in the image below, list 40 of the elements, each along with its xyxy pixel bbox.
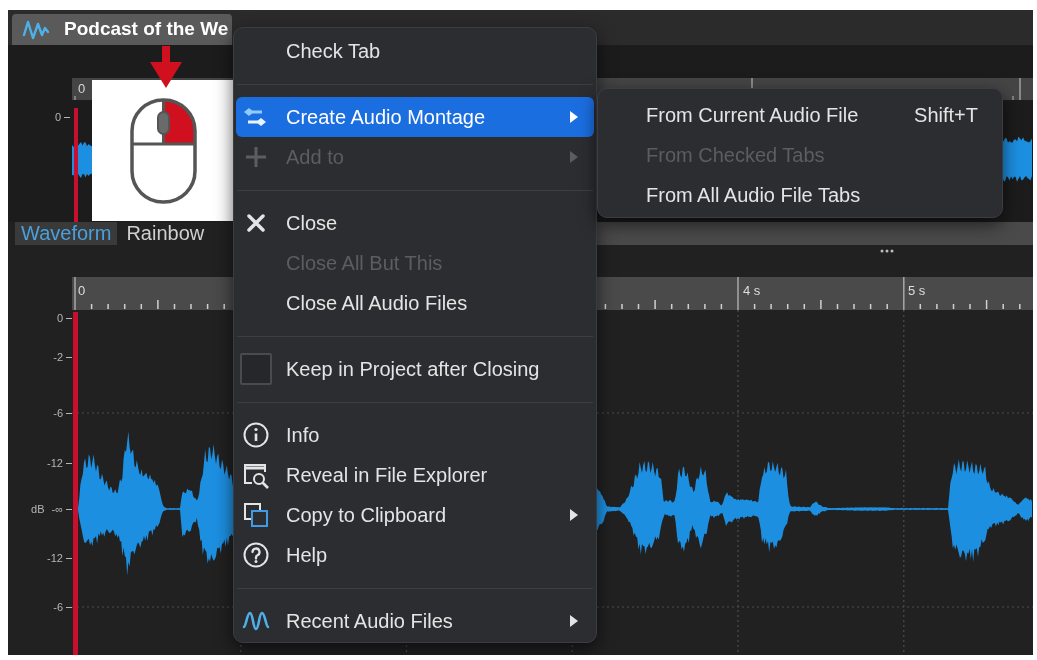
view-tab[interactable]: Rainbow [120, 222, 211, 245]
menu-item[interactable]: Info [236, 415, 594, 455]
file-tab[interactable]: Podcast of the We [12, 14, 232, 45]
menu-item[interactable]: From Current Audio File Shift+T [600, 95, 1000, 135]
plus-icon [245, 146, 267, 168]
info-icon [243, 422, 269, 448]
time-ruler-label: 5 s [908, 283, 926, 298]
level-scale-label: -12 [47, 456, 63, 470]
time-ruler-label: 0 [78, 81, 86, 96]
shortcut-label: Shift+T [914, 103, 978, 128]
waveform-icon [242, 610, 270, 632]
window-search-icon [242, 461, 270, 489]
menu-item[interactable]: Close [236, 203, 594, 243]
level-scale-label: -∞ [51, 502, 63, 516]
menu-item[interactable]: Keep in Project after Closing [236, 349, 594, 389]
level-scale-label: -6 [53, 406, 63, 420]
menu-item[interactable]: Close All Audio Files [236, 283, 594, 323]
copy-icon [242, 501, 270, 529]
menu-item[interactable]: From All Audio File Tabs [600, 175, 1000, 215]
menu-item[interactable]: Reveal in File Explorer [236, 455, 594, 495]
level-scale-label: 0 [54, 110, 61, 124]
time-ruler-label: 0 [78, 283, 86, 298]
checkbox[interactable] [240, 353, 272, 385]
level-scale-label: 0 [56, 311, 63, 325]
close-icon [246, 213, 266, 233]
waveform-icon [22, 18, 50, 41]
menu-item[interactable]: Help [236, 535, 594, 575]
menu-item[interactable]: Recent Audio Files [236, 601, 594, 641]
help-icon [243, 542, 269, 568]
menu-item[interactable]: Check Tab [236, 31, 594, 71]
down-arrow-icon [150, 46, 182, 88]
menu-item[interactable]: Copy to Clipboard [236, 495, 594, 535]
level-scale-label: -6 [53, 600, 63, 614]
level-scale-label: -12 [47, 551, 63, 565]
grip-icon [880, 249, 894, 253]
time-ruler-label: 4 s [743, 283, 761, 298]
view-tab[interactable]: Waveform [15, 222, 118, 245]
level-scale-label: -2 [53, 350, 63, 364]
menu-item[interactable]: Create Audio Montage [236, 97, 594, 137]
level-unit-label: dB [31, 502, 45, 516]
